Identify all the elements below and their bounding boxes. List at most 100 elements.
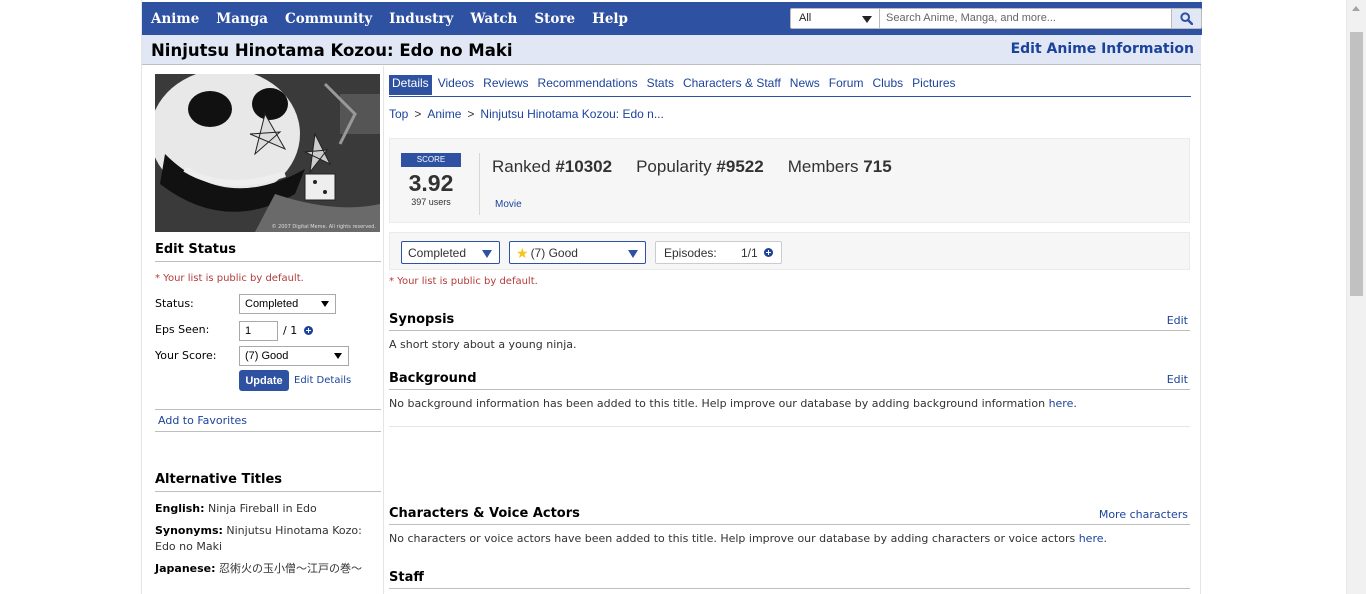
period: . — [1103, 532, 1108, 545]
edit-anime-info-link[interactable]: Edit Anime Information — [1011, 41, 1194, 57]
search-icon — [1180, 12, 1193, 25]
status-select[interactable]: Completed — [239, 294, 336, 314]
list-status-bar: Completed ★ (7) Good Episodes: 1/1 — [389, 232, 1190, 270]
characters-text-row: No characters or voice actors have been … — [389, 532, 1107, 545]
background-here-link[interactable]: here — [1049, 397, 1074, 410]
tab-stats[interactable]: Stats — [644, 75, 677, 95]
breadcrumb-separator: > — [467, 107, 475, 121]
breadcrumb-separator: > — [414, 107, 422, 121]
popularity-label: Popularity — [636, 157, 712, 176]
members-label: Members — [787, 157, 859, 176]
episodes-counter: Episodes: 1/1 — [655, 241, 782, 264]
top-nav: Anime Manga Community Industry Watch Sto… — [142, 2, 1202, 35]
chevron-down-icon — [628, 250, 638, 258]
tab-details[interactable]: Details — [389, 75, 432, 95]
search-category-select[interactable]: All — [790, 8, 880, 29]
nav-store[interactable]: Store — [534, 11, 575, 27]
japanese-label: Japanese: — [155, 562, 216, 575]
increment-episodes-icon[interactable] — [764, 248, 773, 257]
search-bar: All Search Anime, Manga, and more... — [790, 8, 1202, 30]
nav-industry[interactable]: Industry — [389, 11, 453, 27]
popularity-value: #9522 — [716, 157, 764, 176]
tab-news[interactable]: News — [787, 75, 823, 95]
stats-box: SCORE 3.92 397 users Ranked #10302 Popul… — [389, 138, 1190, 223]
tab-forum[interactable]: Forum — [826, 75, 867, 95]
scrollbar-thumb[interactable] — [1350, 32, 1363, 296]
score-value: 3.92 — [408, 170, 454, 196]
alt-title-japanese: Japanese: 忍術火の玉小僧〜江戸の巻〜 — [155, 561, 381, 577]
characters-text: No characters or voice actors have been … — [389, 532, 1076, 545]
nav-watch[interactable]: Watch — [470, 11, 517, 27]
members-value: 715 — [863, 157, 892, 176]
eps-total-text: / 1 — [283, 324, 298, 337]
list-status-select[interactable]: Completed — [401, 241, 500, 264]
characters-heading: Characters & Voice Actors — [389, 506, 580, 521]
score-select[interactable]: (7) Good — [239, 346, 349, 366]
nav-manga[interactable]: Manga — [216, 11, 268, 27]
episodes-label: Episodes: — [664, 246, 717, 260]
members-stat: Members 715 — [788, 157, 892, 177]
ranked-stat: Ranked #10302 — [492, 157, 612, 177]
stats-divider — [479, 153, 480, 215]
update-button[interactable]: Update — [239, 370, 289, 391]
vertical-scrollbar[interactable] — [1346, 0, 1366, 594]
english-value: Ninja Fireball in Edo — [208, 502, 317, 515]
nav-anime[interactable]: Anime — [151, 11, 199, 27]
search-category-value: All — [799, 12, 812, 24]
status-label: Status: — [155, 297, 194, 310]
tab-clubs[interactable]: Clubs — [869, 75, 906, 95]
ranked-label: Ranked — [492, 157, 551, 176]
background-edit-link[interactable]: Edit — [1167, 373, 1188, 386]
score-block: SCORE 3.92 397 users — [401, 153, 461, 207]
alt-title-english: English: Ninja Fireball in Edo — [155, 501, 381, 517]
eps-seen-value: 1 — [245, 325, 252, 337]
list-score-select[interactable]: ★ (7) Good — [509, 241, 646, 264]
tab-videos[interactable]: Videos — [435, 75, 477, 95]
left-sidebar: © 2007 Digital Meme. All rights reserved… — [142, 66, 384, 594]
edit-details-link[interactable]: Edit Details — [294, 375, 351, 386]
breadcrumb: Top > Anime > Ninjutsu Hinotama Kozou: Edo n… — [389, 107, 664, 121]
synopsis-header: Synopsis Edit — [389, 312, 1190, 331]
tab-reviews[interactable]: Reviews — [480, 75, 531, 95]
list-status-value: Completed — [408, 246, 467, 260]
scroll-up-icon[interactable] — [1352, 6, 1360, 11]
breadcrumb-top[interactable]: Top — [389, 107, 408, 121]
public-note: * Your list is public by default. — [155, 273, 304, 284]
add-to-favorites[interactable]: Add to Favorites — [155, 409, 381, 432]
tab-pictures[interactable]: Pictures — [909, 75, 958, 95]
synopsis-edit-link[interactable]: Edit — [1167, 314, 1188, 327]
characters-here-link[interactable]: here — [1079, 532, 1104, 545]
score-select-value: (7) Good — [245, 350, 289, 362]
chevron-down-icon — [321, 301, 329, 307]
nav-help[interactable]: Help — [592, 11, 628, 27]
synopsis-text: A short story about a young ninja. — [389, 338, 577, 351]
ranked-value: #10302 — [555, 157, 613, 176]
chevron-down-icon — [334, 353, 342, 359]
popularity-stat: Popularity #9522 — [636, 157, 764, 177]
background-heading: Background — [389, 371, 477, 386]
main-content: Details Videos Reviews Recommendations S… — [389, 66, 1191, 594]
tab-recommendations[interactable]: Recommendations — [535, 75, 641, 95]
staff-heading: Staff — [389, 570, 424, 585]
breadcrumb-anime[interactable]: Anime — [427, 107, 461, 121]
background-header: Background Edit — [389, 371, 1190, 390]
star-icon: ★ — [516, 245, 529, 261]
increment-eps-icon[interactable] — [303, 326, 313, 335]
page-container: Anime Manga Community Industry Watch Sto… — [141, 0, 1202, 594]
search-input[interactable]: Search Anime, Manga, and more... — [880, 8, 1172, 29]
score-label: SCORE — [401, 153, 461, 167]
nav-community[interactable]: Community — [285, 11, 372, 27]
more-characters-link[interactable]: More characters — [1099, 508, 1188, 521]
alt-title-synonyms: Synonyms: Ninjutsu Hinotama Kozo: Edo no… — [155, 523, 381, 555]
breadcrumb-current[interactable]: Ninjutsu Hinotama Kozou: Edo n... — [480, 107, 663, 121]
score-users: 397 users — [411, 197, 451, 207]
tab-characters-staff[interactable]: Characters & Staff — [680, 75, 784, 95]
edit-status-heading: Edit Status — [155, 242, 381, 262]
title-bar: Ninjutsu Hinotama Kozou: Edo no Maki Edi… — [142, 35, 1201, 65]
cover-image[interactable]: © 2007 Digital Meme. All rights reserved… — [155, 74, 380, 232]
divider — [389, 426, 1190, 427]
search-button[interactable] — [1172, 8, 1202, 29]
episodes-value[interactable]: 1/1 — [741, 246, 758, 260]
eps-seen-input[interactable]: 1 — [239, 321, 278, 341]
media-type-link[interactable]: Movie — [495, 199, 522, 210]
